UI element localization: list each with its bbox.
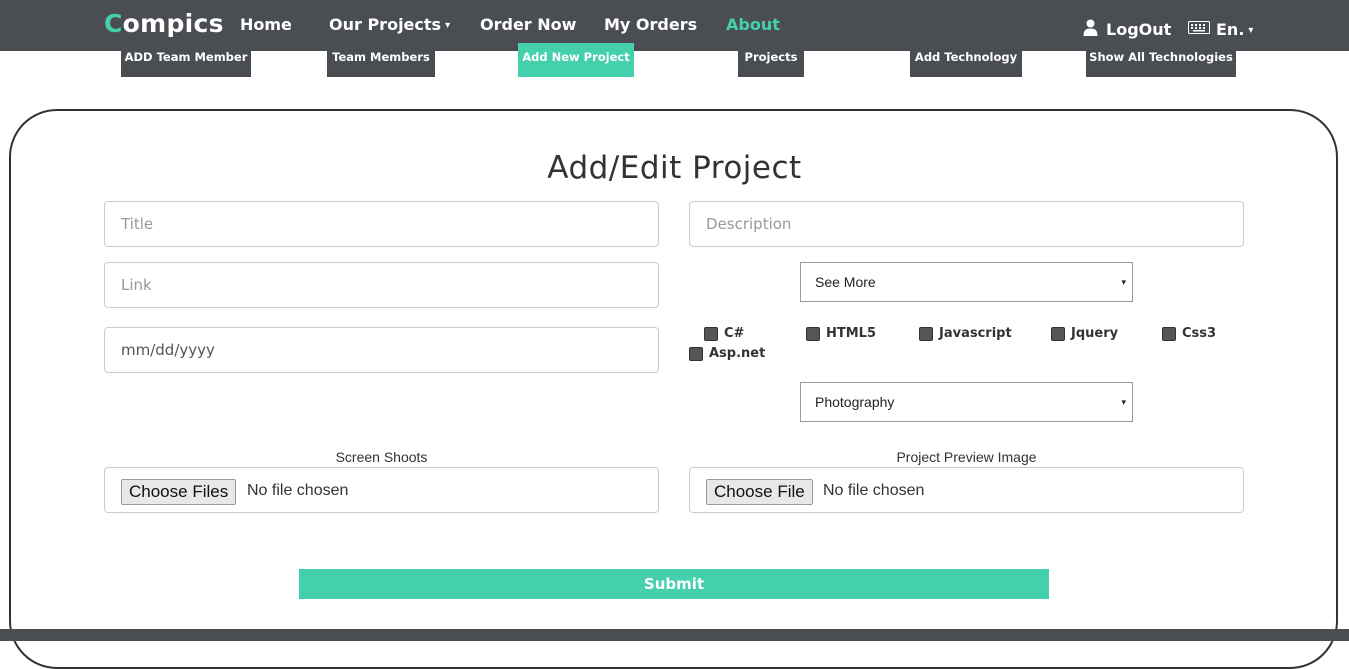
checkbox-icon [806, 326, 820, 341]
nav-my-orders[interactable]: My Orders [604, 15, 697, 34]
tech-label: Javascript [939, 326, 1012, 341]
date-input[interactable]: mm/dd/yyyy [104, 327, 659, 373]
checkbox-icon [919, 326, 933, 341]
language-label: En. [1216, 20, 1245, 39]
subnav-add-team-member[interactable]: ADD Team Member [121, 43, 251, 77]
nav-our-projects-label: Our Projects [329, 15, 442, 34]
logout-link[interactable]: LogOut [1106, 20, 1171, 39]
tech-checkbox-javascript[interactable]: Javascript [919, 326, 1012, 341]
tech-label: HTML5 [826, 326, 877, 341]
tech-checkbox-aspnet[interactable]: Asp.net [689, 346, 765, 361]
checkbox-icon [1162, 326, 1176, 341]
subnav-show-all-technologies[interactable]: Show All Technologies [1086, 43, 1236, 77]
subnav-add-technology[interactable]: Add Technology [910, 43, 1022, 77]
description-input[interactable]: Description [689, 201, 1244, 247]
subnav-team-members[interactable]: Team Members [327, 43, 435, 77]
checkbox-icon [704, 326, 718, 341]
tech-label: Jquery [1071, 326, 1119, 341]
nav-about[interactable]: About [726, 15, 780, 34]
screen-shoots-file-status: No file chosen [247, 482, 349, 499]
category-select-value: Photography [815, 394, 895, 410]
choose-file-button[interactable]: Choose File [706, 479, 813, 505]
page-title: Add/Edit Project [547, 150, 802, 186]
nav-order-now[interactable]: Order Now [480, 15, 576, 34]
preview-image-label: Project Preview Image [896, 449, 1037, 465]
tech-label: Css3 [1182, 326, 1217, 341]
dropdown-arrow-icon: ▾ [1121, 397, 1126, 407]
dropdown-arrow-icon: ▾ [1121, 277, 1126, 287]
screen-shoots-file-input: Choose Files No file chosen [104, 467, 659, 513]
checkbox-icon [689, 346, 703, 361]
nav-our-projects[interactable]: Our Projects ▾ [329, 15, 450, 34]
tech-checkbox-html5[interactable]: HTML5 [806, 326, 876, 341]
see-more-select-value: See More [815, 274, 876, 290]
tech-checkbox-css3[interactable]: Css3 [1162, 326, 1216, 341]
chevron-down-icon: ▾ [1248, 25, 1254, 36]
nav-home[interactable]: Home [240, 15, 292, 34]
tech-checkbox-csharp[interactable]: C# [704, 326, 744, 341]
title-input[interactable]: Title [104, 201, 659, 247]
chevron-down-icon: ▾ [445, 20, 451, 31]
subnav-add-new-project[interactable]: Add New Project [518, 43, 634, 77]
brand-logo[interactable]: Compics [104, 9, 224, 38]
category-select[interactable]: Photography ▾ [800, 382, 1133, 422]
preview-image-file-status: No file chosen [823, 482, 925, 499]
link-input[interactable]: Link [104, 262, 659, 308]
checkbox-icon [1051, 326, 1065, 341]
tech-label: C# [724, 326, 745, 341]
language-selector[interactable]: En. ▾ [1216, 20, 1253, 39]
subnav-projects[interactable]: Projects [738, 43, 804, 77]
keyboard-icon [1188, 21, 1210, 34]
choose-files-button[interactable]: Choose Files [121, 479, 237, 505]
footer-bar [0, 629, 1349, 641]
user-icon [1083, 19, 1098, 36]
submit-button[interactable]: Submit [299, 569, 1049, 599]
tech-checkbox-jquery[interactable]: Jquery [1051, 326, 1118, 341]
screen-shoots-label: Screen Shoots [335, 449, 428, 465]
see-more-select[interactable]: See More ▾ [800, 262, 1133, 302]
preview-image-file-input: Choose File No file chosen [689, 467, 1244, 513]
tech-label: Asp.net [709, 346, 766, 361]
